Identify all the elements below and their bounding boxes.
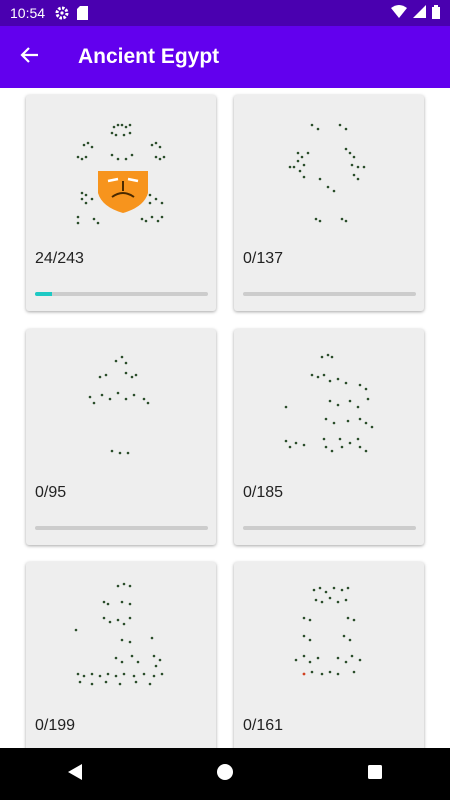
app-bar: Ancient Egypt: [0, 26, 450, 88]
back-triangle-icon: [66, 763, 84, 786]
level-count: 0/137: [243, 250, 284, 267]
level-progress: [35, 526, 208, 530]
level-progress: [243, 526, 416, 530]
level-count: 0/161: [243, 717, 284, 734]
level-grid[interactable]: 24/243 0/137 0/95 0/185 0/199 0/161: [0, 88, 450, 748]
level-progress: [243, 292, 416, 296]
level-card[interactable]: 0/137: [234, 95, 424, 311]
level-count: 0/199: [35, 717, 76, 734]
nav-back-button[interactable]: [35, 748, 115, 800]
recents-square-icon: [367, 764, 383, 785]
level-card[interactable]: 0/199: [26, 562, 216, 748]
back-button[interactable]: [0, 26, 60, 88]
level-thumbnail: [284, 353, 374, 453]
level-thumbnail: [74, 582, 164, 686]
nav-home-button[interactable]: [185, 748, 265, 800]
level-thumbnail: [288, 123, 366, 223]
gear-icon: [55, 6, 69, 20]
arrow-back-icon: [20, 45, 40, 70]
level-card[interactable]: 0/185: [234, 329, 424, 545]
signal-icon: [413, 5, 426, 21]
status-bar: 10:54: [0, 0, 450, 26]
wifi-icon: [391, 5, 407, 21]
level-progress: [35, 292, 208, 296]
level-count: 24/243: [35, 250, 84, 267]
navigation-bar: [0, 748, 450, 800]
nav-recents-button[interactable]: [335, 748, 415, 800]
battery-icon: [432, 4, 440, 22]
home-circle-icon: [216, 763, 234, 786]
level-count: 0/95: [35, 484, 67, 501]
level-card[interactable]: 24/243: [26, 95, 216, 311]
status-time: 10:54: [10, 5, 46, 21]
level-thumbnail: [88, 355, 150, 455]
level-thumbnail: [294, 586, 362, 676]
level-thumbnail: [76, 123, 166, 225]
sd-card-icon: [77, 6, 89, 20]
level-card[interactable]: 0/95: [26, 329, 216, 545]
level-card[interactable]: 0/161: [234, 562, 424, 748]
page-title: Ancient Egypt: [78, 45, 220, 68]
level-count: 0/185: [243, 484, 284, 501]
